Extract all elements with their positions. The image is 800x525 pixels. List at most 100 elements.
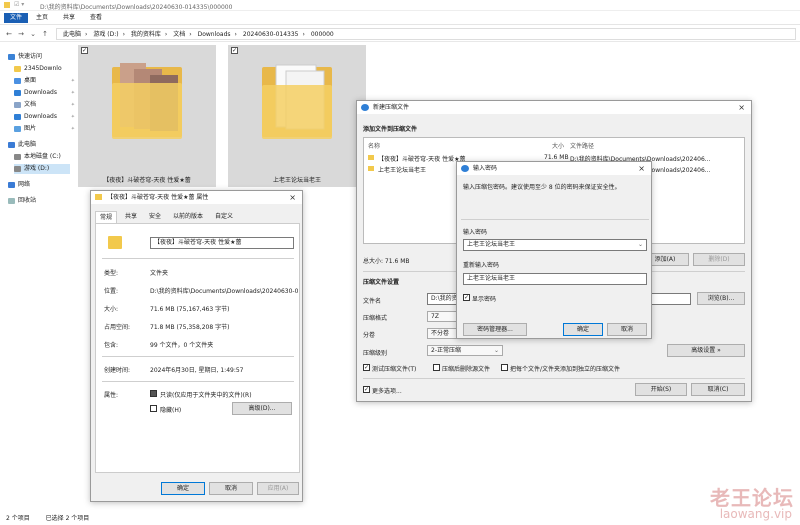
reenter-password-input[interactable]: 上老王论坛当老王 [463,273,647,285]
advanced-settings-button[interactable]: 高级设置 » [667,344,745,357]
close-icon[interactable]: × [289,191,296,204]
password-input[interactable]: 上老王论坛当老王 ⌄ [463,239,647,251]
breadcrumb-item[interactable]: 游戏 (D:) [93,31,118,38]
created-value: 2024年6月30日, 星期日, 1:49:57 [150,367,244,374]
attributes-label: 属性: [104,392,119,399]
apply-button[interactable]: 应用(A) [257,482,299,495]
breadcrumb-item[interactable]: 此电脑 [63,31,81,38]
show-password-checkbox[interactable]: ✓ [463,294,470,301]
navigation-bar: ← → ⌄ ↑ 此电脑 › 游戏 (D:) › 我的资料库 › 文档 › Downloa… [0,26,800,42]
ok-button[interactable]: 确定 [161,482,205,495]
cancel-button[interactable]: 取消(C) [691,383,745,396]
sidebar-item-drive-c[interactable]: 本地磁盘 (C:) [14,152,78,162]
test-archive-checkbox[interactable]: ✓ [363,364,370,371]
selection-checkbox[interactable]: ✓ [231,47,238,54]
volume-select[interactable]: 不分卷 [427,328,457,339]
browse-button[interactable]: 浏览(B)... [697,292,745,305]
breadcrumb-item[interactable]: 文档 [173,31,185,38]
separate-archives-checkbox[interactable] [501,364,508,371]
archiver-app-icon [361,104,369,111]
sidebar-item-documents[interactable]: 文档 ✦ [14,100,78,110]
delete-button[interactable]: 删除(D) [693,253,745,266]
column-header-path[interactable]: 文件路径 [570,141,594,150]
status-bar: 2 个项目 已选择 2 个项目 [0,513,400,525]
reenter-password-label: 重新输入密码 [463,262,500,269]
sidebar-item-2345downloads[interactable]: 2345Downlo [14,64,78,74]
total-size: 总大小: 71.6 MB [363,258,410,265]
enter-password-label: 输入密码 [463,229,488,236]
filename-label: 文件名 [363,298,382,305]
forward-arrow-icon[interactable]: → [16,29,26,39]
breadcrumb-item[interactable]: Downloads [198,31,231,38]
tab-security[interactable]: 安全 [145,211,165,223]
sidebar-item-downloads[interactable]: Downloads ✦ [14,88,78,98]
level-select[interactable]: 2-正常压缩 ⌄ [427,345,503,356]
delete-source-label: 压缩后删除源文件 [442,366,491,373]
up-arrow-icon[interactable]: ↑ [40,29,50,39]
tab-file[interactable]: 文件 [4,13,29,23]
more-options-checkbox[interactable]: ✓ [363,386,370,393]
close-icon[interactable]: × [638,162,645,175]
sidebar-item-drive-d[interactable]: 游戏 (D:) [14,164,70,174]
selection-checkbox[interactable]: ✓ [81,47,88,54]
file-item[interactable]: ✓ 【夜夜】斗破苍穹-天夜 性爱★蕾 [78,45,216,187]
sidebar-item-pictures[interactable]: 图片 ✦ [14,124,78,134]
location-value: D:\我的资料库\Documents\Downloads\20240630-0 [150,288,298,295]
folder-icon [14,65,21,72]
tab-general[interactable]: 常规 [95,211,118,223]
sidebar-item-desktop[interactable]: 桌面 ✦ [14,76,78,86]
breadcrumb[interactable]: 此电脑 › 游戏 (D:) › 我的资料库 › 文档 › Downloads › 2024… [56,28,796,40]
quick-access-toolbar[interactable]: ☑ ▾ [14,1,24,8]
format-label: 压缩格式 [363,315,388,322]
file-name: 【夜夜】斗破苍穹-天夜 性爱★蕾 [103,177,191,184]
size-on-disk-label: 占用空间: [104,324,131,331]
sidebar-item-this-pc[interactable]: 此电脑 [8,140,72,150]
start-button[interactable]: 开始(S) [635,383,687,396]
pin-icon: ✦ [70,102,75,108]
item-count: 2 个项目 [6,515,30,522]
column-header-size[interactable]: 大小 [552,141,564,150]
tab-share[interactable]: 共享 [57,13,81,23]
delete-source-checkbox[interactable] [433,364,440,371]
close-icon[interactable]: × [738,101,745,114]
size-on-disk-value: 71.8 MB (75,358,208 字节) [150,324,230,331]
breadcrumb-item[interactable]: 20240630-014335 [243,31,299,38]
column-header-name[interactable]: 名称 [368,141,380,150]
sidebar-item-quick-access[interactable]: 快速访问 [8,52,72,62]
readonly-checkbox[interactable] [150,390,157,397]
sidebar-item-downloads-2[interactable]: Downloads ✦ [14,112,78,122]
tab-view[interactable]: 查看 [84,13,108,23]
download-icon [14,113,21,120]
dialog-title: 【夜夜】斗破苍穹-天夜 性爱★蕾 属性 [107,194,209,201]
file-item[interactable]: ✓ 上老王论坛当老王 [228,45,366,187]
contains-label: 包含: [104,342,119,349]
hidden-checkbox[interactable] [150,405,157,412]
chevron-down-icon[interactable]: ⌄ [28,29,38,39]
tab-sharing[interactable]: 共享 [121,211,141,223]
chevron-down-icon[interactable]: ⌄ [638,240,643,250]
tab-customize[interactable]: 自定义 [211,211,237,223]
created-label: 创建时间: [104,367,131,374]
folder-name-field[interactable]: 【夜夜】斗破苍穹-天夜 性爱★蕾 [150,237,294,249]
sidebar-item-network[interactable]: 网络 [8,180,72,190]
tab-home[interactable]: 主页 [30,13,54,23]
password-manager-button[interactable]: 密码管理器... [463,323,527,336]
cancel-button[interactable]: 取消 [209,482,253,495]
properties-dialog: 【夜夜】斗破苍穹-天夜 性爱★蕾 属性 × 常规 共享 安全 以前的版本 自定义… [90,190,303,502]
cancel-button[interactable]: 取消 [607,323,647,336]
star-icon [8,53,15,60]
tab-previous-versions[interactable]: 以前的版本 [169,211,207,223]
breadcrumb-item[interactable]: 000000 [311,31,334,38]
back-arrow-icon[interactable]: ← [4,29,14,39]
ribbon-tabs: 文件 主页 共享 查看 [0,11,800,25]
breadcrumb-item[interactable]: 我的资料库 [131,31,161,38]
pin-icon: ✦ [70,78,75,84]
ok-button[interactable]: 确定 [563,323,603,336]
sidebar-item-recycle-bin[interactable]: 回收站 [8,196,72,206]
pin-icon: ✦ [70,126,75,132]
picture-icon [14,125,21,132]
dialog-title: 新建压缩文件 [373,104,410,111]
dialog-title-bar: 新建压缩文件 × [357,101,751,114]
format-select[interactable]: 7Z [427,311,457,322]
advanced-button[interactable]: 高级(D)... [232,402,292,415]
